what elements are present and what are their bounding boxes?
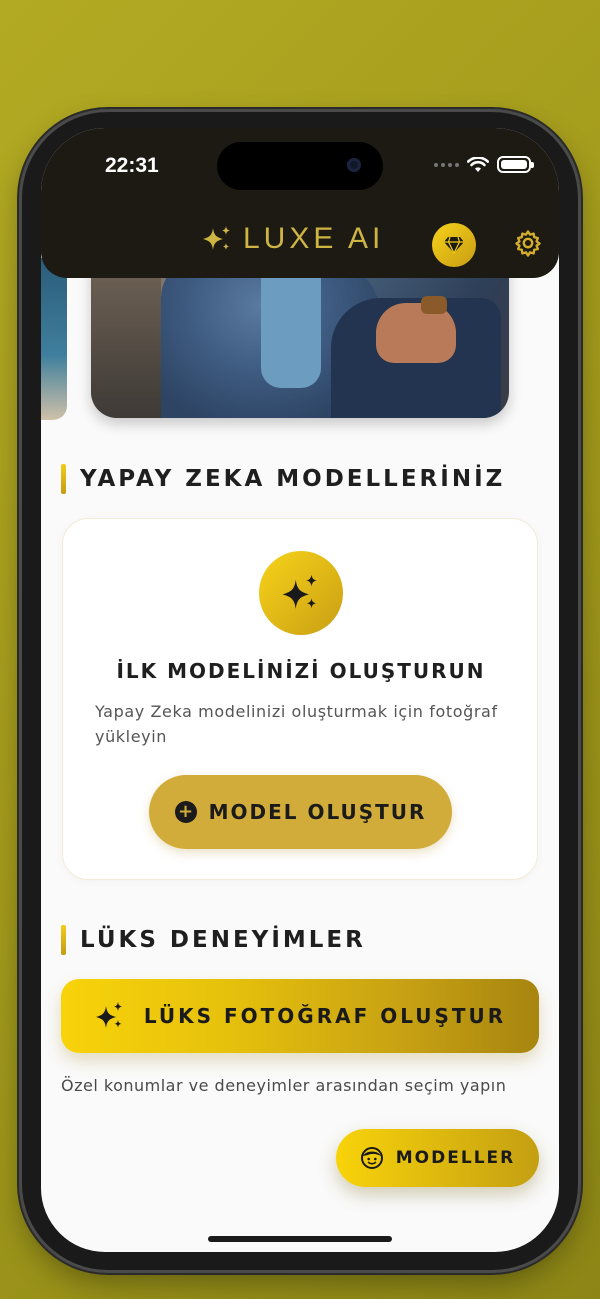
create-model-button[interactable]: + MODEL OLUŞTUR xyxy=(149,775,452,849)
status-time: 22:31 xyxy=(105,154,159,177)
wifi-icon xyxy=(467,156,489,172)
carousel-image-previous[interactable] xyxy=(41,258,67,420)
create-model-label: MODEL OLUŞTUR xyxy=(208,800,427,824)
models-fab-label: MODELLER xyxy=(395,1148,516,1168)
card-icon-circle xyxy=(259,551,343,635)
hero-carousel[interactable] xyxy=(41,258,559,420)
models-section-title: YAPAY ZEKA MODELLERİNİZ xyxy=(80,466,506,492)
empty-models-card: İLK MODELİNİZİ OLUŞTURUN Yapay Zeka mode… xyxy=(62,518,538,880)
empty-card-title: İLK MODELİNİZİ OLUŞTURUN xyxy=(116,659,486,683)
section-accent-bar xyxy=(61,464,66,494)
brand-name: LUXE AI xyxy=(243,222,385,255)
dynamic-island xyxy=(217,142,383,190)
settings-button[interactable] xyxy=(513,228,543,258)
carousel-image-current[interactable] xyxy=(91,258,509,418)
battery-icon xyxy=(497,156,534,173)
app-screen: 22:31 LUXE AI YAPAY ZEKA MODELLERİNİZ İL… xyxy=(41,128,559,1252)
app-header: 22:31 LUXE AI xyxy=(41,128,559,278)
models-section-header: YAPAY ZEKA MODELLERİNİZ xyxy=(61,464,505,494)
home-indicator[interactable] xyxy=(208,1236,392,1242)
signal-icon xyxy=(434,162,459,167)
create-luxury-photo-button[interactable]: LÜKS FOTOĞRAF OLUŞTUR xyxy=(61,979,539,1053)
luxury-description: Özel konumlar ve deneyimler arasından se… xyxy=(61,1076,507,1095)
empty-card-description: Yapay Zeka modelinizi oluşturmak için fo… xyxy=(95,702,498,746)
models-fab-button[interactable]: MODELLER xyxy=(336,1129,539,1187)
brand-logo: LUXE AI xyxy=(201,222,384,256)
section-accent-bar xyxy=(61,925,66,955)
premium-button[interactable] xyxy=(432,223,476,267)
page-background: { "status_bar": { "time": "22:31" }, "he… xyxy=(0,0,600,1299)
sparkles-icon xyxy=(203,226,230,250)
luxury-button-label: LÜKS FOTOĞRAF OLUŞTUR xyxy=(143,1004,507,1028)
sparkles-icon xyxy=(95,1002,122,1028)
gear-icon xyxy=(515,230,541,257)
plus-circle-icon: + xyxy=(174,801,197,823)
diamond-icon xyxy=(444,236,464,255)
luxury-section-header: LÜKS DENEYİMLER xyxy=(61,925,366,955)
status-icons xyxy=(434,156,534,173)
face-icon xyxy=(360,1147,383,1169)
camera-icon xyxy=(347,158,361,172)
sparkles-icon xyxy=(282,574,317,609)
luxury-section-title: LÜKS DENEYİMLER xyxy=(80,927,366,953)
